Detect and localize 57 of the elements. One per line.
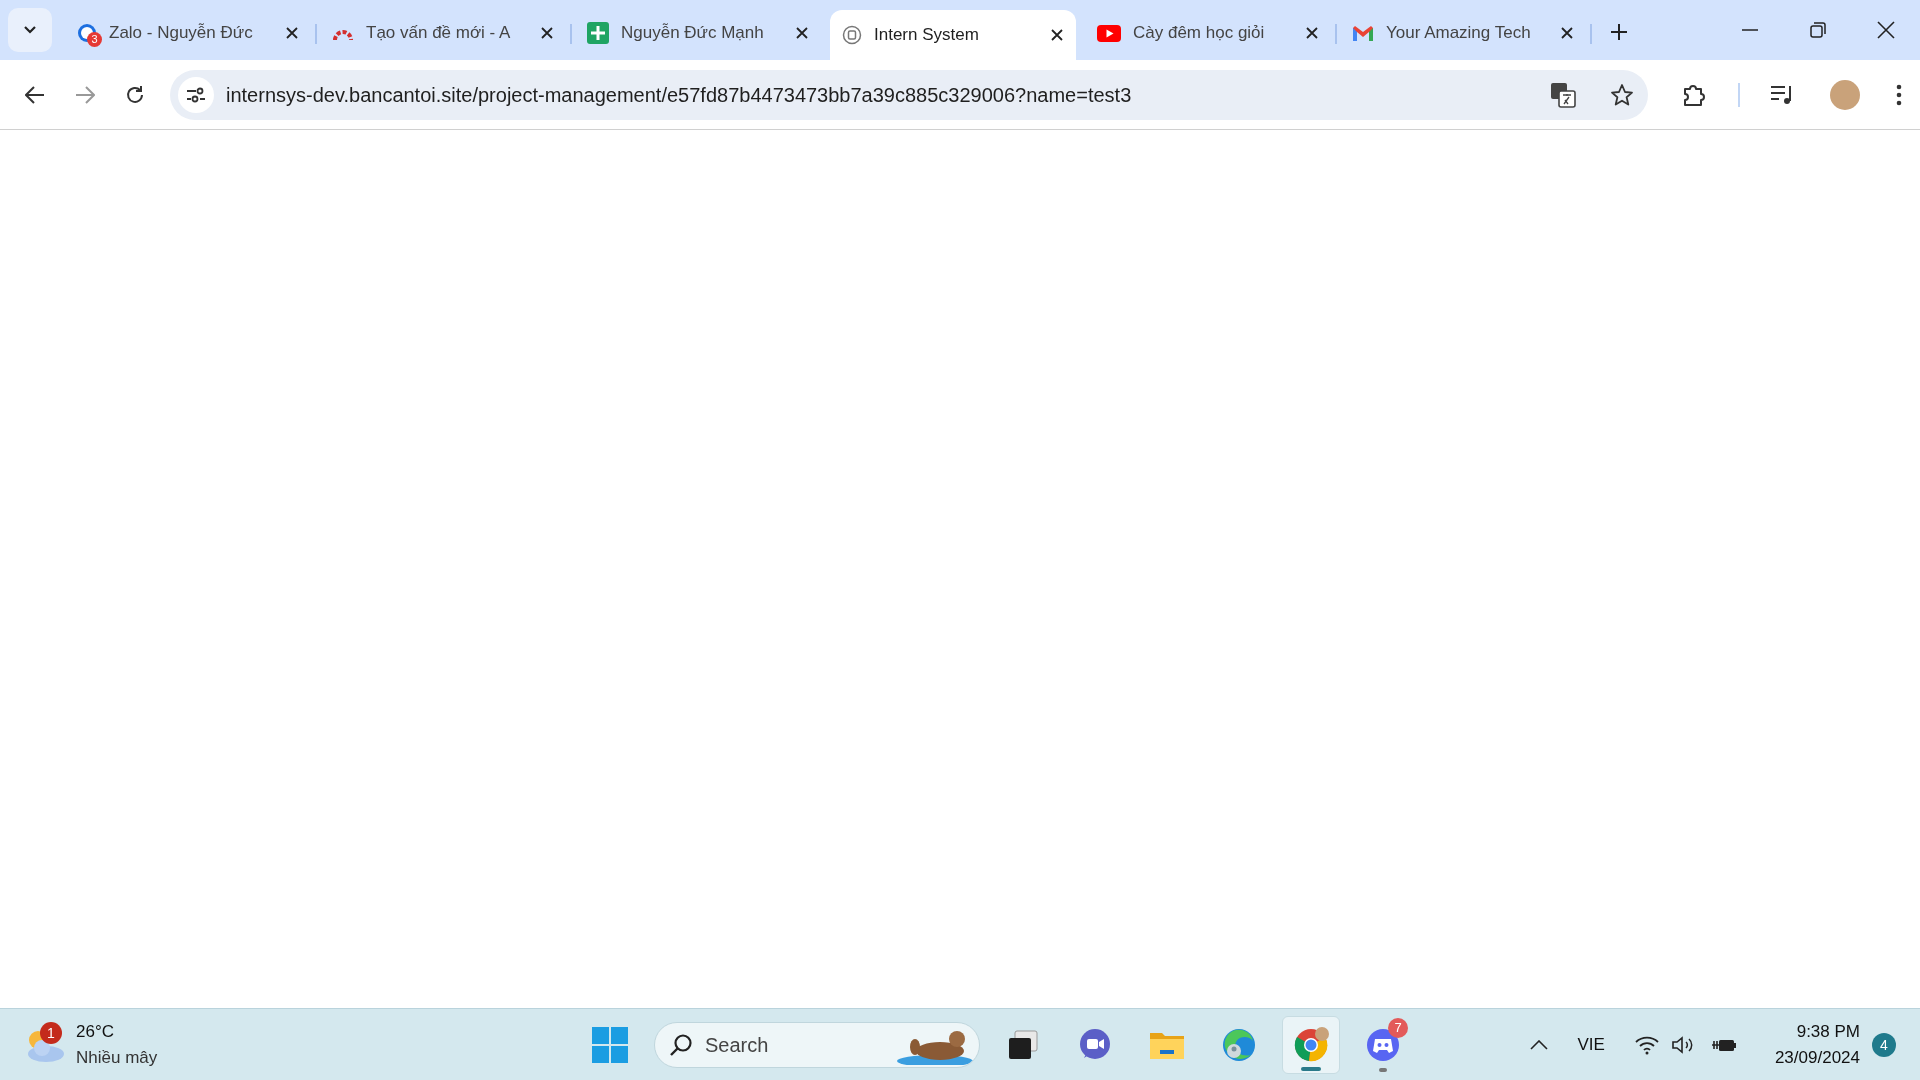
site-settings-icon[interactable] (178, 76, 214, 113)
search-icon (669, 1032, 693, 1057)
close-icon[interactable] (795, 26, 809, 40)
address-bar[interactable]: internsys-dev.bancantoi.site/project-management/e57fd87b4473473bb7a39c885c329006?name=test3 (170, 69, 1648, 120)
tab-title: Your Amazing Tech (1386, 22, 1532, 45)
tab-title: Cày đêm học giỏi (1133, 22, 1266, 45)
tab-title: Intern System (874, 24, 980, 47)
close-icon[interactable] (1050, 28, 1064, 42)
running-indicator (1301, 1066, 1321, 1071)
browser-tab[interactable]: 3 Zalo - Nguyễn Đức (65, 8, 311, 58)
close-icon[interactable] (1560, 26, 1574, 40)
restore-icon (1810, 22, 1826, 38)
wifi-icon[interactable] (1634, 1034, 1659, 1055)
browser-tab[interactable]: Tạo vấn đề mới - A (320, 8, 566, 58)
notification-badge: 3 (87, 32, 102, 47)
windows-stack-icon[interactable] (1007, 1029, 1039, 1060)
browser-wheel-icon[interactable] (1293, 1026, 1329, 1063)
plus-icon (1610, 23, 1628, 41)
weather-condition: Nhiều mây (76, 1046, 158, 1069)
translate-icon[interactable] (1550, 81, 1576, 108)
chevron-down-icon (23, 25, 37, 35)
back-arrow-icon (25, 85, 45, 104)
search-input[interactable]: Search (705, 1029, 883, 1060)
notification-badge: 7 (1388, 1017, 1408, 1038)
minimize-icon (1742, 29, 1758, 31)
browser-swirl-icon[interactable] (1221, 1026, 1257, 1063)
mail-logo-icon (1352, 24, 1374, 42)
temperature-text: 26°C (76, 1021, 115, 1043)
play-logo-icon (1097, 24, 1121, 42)
browser-tab[interactable]: Nguyễn Đức Mạnh (575, 8, 821, 58)
tab-title: Tạo vấn đề mới - A (366, 22, 512, 45)
notification-badge: 1 (40, 1021, 62, 1044)
clock-date[interactable]: 23/09/2024 (1774, 1044, 1860, 1070)
reload-icon (125, 84, 145, 105)
speaker-icon[interactable] (1670, 1034, 1695, 1055)
close-icon[interactable] (285, 26, 299, 40)
chevron-up-icon[interactable] (1529, 1039, 1548, 1050)
browser-tab[interactable]: Cày đêm học giỏi (1085, 8, 1331, 58)
clock-time[interactable]: 9:38 PM (1796, 1019, 1860, 1045)
star-icon[interactable] (1610, 82, 1634, 107)
browser-tab[interactable]: Intern System (830, 10, 1076, 60)
menu-icon[interactable] (1896, 83, 1902, 106)
video-chat-icon[interactable] (1078, 1027, 1112, 1062)
close-icon[interactable] (1305, 26, 1319, 40)
tab-title: Zalo - Nguyễn Đức (109, 22, 254, 45)
close-icon (1877, 21, 1895, 39)
browser-tab[interactable]: Your Amazing Tech (1340, 8, 1586, 58)
notification-count[interactable]: 4 (1872, 1032, 1896, 1057)
url-text: internsys-dev.bancantoi.site/project-management/e57fd87b4473473bb7a39c885c329006?name=test3 (226, 82, 1133, 108)
language-indicator[interactable]: VIE (1577, 1031, 1605, 1058)
forward-arrow-icon (75, 85, 95, 104)
search-field[interactable]: Search (654, 1021, 980, 1068)
taskbar-app-button[interactable]: 7 (1354, 1015, 1412, 1074)
spreadsheet-icon (587, 22, 609, 44)
tab-title: Nguyễn Đức Mạnh (621, 22, 765, 45)
running-indicator (1379, 1067, 1387, 1072)
close-icon[interactable] (540, 26, 554, 40)
